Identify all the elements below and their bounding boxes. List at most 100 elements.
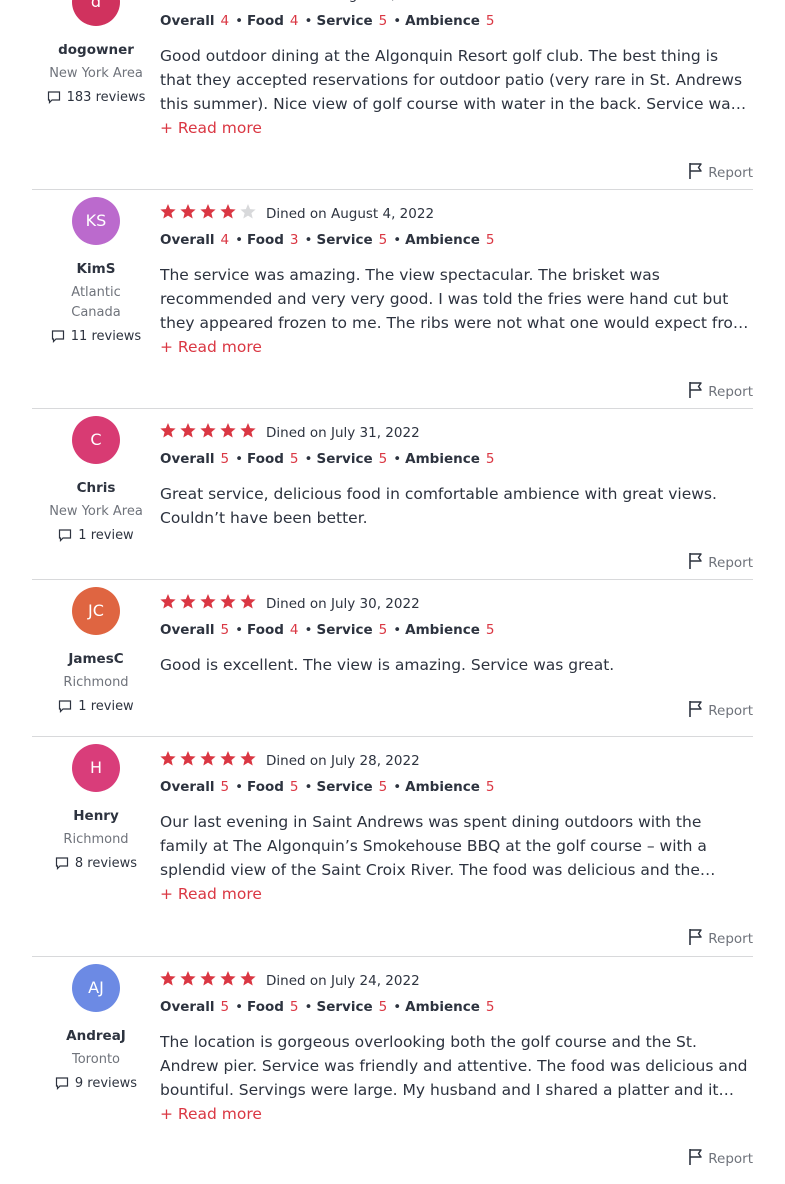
review-text: The service was amazing. The view specta… (160, 266, 748, 332)
rating-value-service: 5 (378, 232, 388, 248)
category-ratings: Overall 5 • Food 4 • Service 5 • Ambience 5 (160, 620, 753, 640)
rating-value-service: 5 (378, 451, 388, 467)
rating-label-ambience: Ambience (405, 779, 480, 795)
reviewer-name: AndreaJ (66, 1028, 126, 1044)
rating-value-service: 5 (378, 779, 388, 795)
star-filled-icon (220, 423, 236, 438)
flag-icon (688, 381, 704, 405)
star-filled-icon (220, 594, 236, 609)
report-button[interactable]: Report (688, 552, 753, 576)
star-filled-icon (240, 423, 256, 438)
star-filled-icon (180, 204, 196, 219)
review-count-text: 1 review (78, 699, 134, 714)
star-filled-icon (200, 971, 216, 986)
comment-icon (47, 90, 61, 111)
separator-dot: • (235, 232, 244, 248)
review-count-text: 11 reviews (70, 329, 142, 344)
read-more-link[interactable]: + Read more (160, 882, 753, 906)
review-count: 183 reviews (32, 88, 160, 111)
reviewer-location: New York Area (49, 66, 143, 81)
separator-dot: • (235, 451, 244, 467)
star-rating (160, 0, 260, 8)
separator-dot: • (393, 622, 402, 638)
star-rating (160, 593, 260, 617)
star-filled-icon (240, 594, 256, 609)
rating-label-service: Service (316, 451, 373, 467)
rating-label-food: Food (247, 779, 284, 795)
read-more-link[interactable]: + Read more (160, 1102, 753, 1126)
review-count-text: 183 reviews (66, 90, 146, 105)
review-count: 8 reviews (32, 854, 160, 877)
star-filled-icon (200, 594, 216, 609)
separator-dot: • (235, 999, 244, 1015)
rating-value-ambience: 5 (485, 451, 495, 467)
flag-icon (688, 552, 704, 576)
rating-row: Dined on July 24, 2022 (160, 970, 753, 990)
category-ratings: Overall 5 • Food 5 • Service 5 • Ambience 5 (160, 997, 753, 1017)
review-content: Dined on July 30, 2022 Overall 5 • Food 4 • Ser… (160, 593, 753, 677)
star-filled-icon (160, 971, 176, 986)
rating-value-ambience: 5 (485, 999, 495, 1015)
avatar: AJ (72, 964, 120, 1012)
rating-row: Dined on July 28, 2022 (160, 750, 753, 770)
rating-label-ambience: Ambience (405, 13, 480, 29)
rating-value-food: 4 (289, 13, 299, 29)
rating-row: Dined on July 30, 2022 (160, 593, 753, 613)
review-count: 1 review (32, 697, 160, 720)
star-filled-icon (180, 594, 196, 609)
star-rating (160, 422, 260, 446)
report-button[interactable]: Report (688, 162, 753, 186)
category-ratings: Overall 5 • Food 5 • Service 5 • Ambience 5 (160, 449, 753, 469)
rating-row: Dined on July 31, 2022 (160, 422, 753, 442)
dined-date: Dined on July 24, 2022 (266, 973, 420, 989)
rating-label-food: Food (247, 999, 284, 1015)
rating-value-overall: 4 (220, 13, 230, 29)
read-more-link[interactable]: + Read more (160, 116, 753, 140)
report-label: Report (708, 931, 753, 947)
reviewer-name: JamesC (68, 651, 124, 667)
rating-value-overall: 5 (220, 451, 230, 467)
separator-dot: • (235, 779, 244, 795)
rating-label-service: Service (316, 999, 373, 1015)
read-more-link[interactable]: + Read more (160, 335, 753, 359)
report-button[interactable]: Report (688, 928, 753, 952)
category-ratings: Overall 5 • Food 5 • Service 5 • Ambience 5 (160, 777, 753, 797)
report-button[interactable]: Report (688, 700, 753, 724)
star-filled-icon (180, 971, 196, 986)
rating-label-food: Food (247, 622, 284, 638)
report-button[interactable]: Report (688, 381, 753, 405)
flag-icon (688, 1148, 704, 1172)
rating-label-ambience: Ambience (405, 622, 480, 638)
category-ratings: Overall 4 • Food 3 • Service 5 • Ambience 5 (160, 230, 753, 250)
rating-row: Dined on August 4, 2022 (160, 0, 753, 4)
review-count-text: 8 reviews (74, 856, 138, 871)
rating-label-overall: Overall (160, 451, 215, 467)
star-filled-icon (240, 751, 256, 766)
reviewer-location: Atlantic Canada (71, 285, 121, 320)
reviewer-location: Toronto (72, 1052, 120, 1067)
reviewer-info: JC JamesC Richmond 1 review (32, 587, 160, 720)
reviewer-location: Richmond (63, 675, 129, 690)
star-filled-icon (180, 751, 196, 766)
dined-date: Dined on August 4, 2022 (266, 0, 434, 3)
rating-value-food: 5 (289, 999, 299, 1015)
avatar: KS (72, 197, 120, 245)
rating-label-overall: Overall (160, 622, 215, 638)
star-filled-icon (240, 971, 256, 986)
reviewer-info: d dogowner New York Area 183 reviews (32, 0, 160, 111)
rating-label-food: Food (247, 451, 284, 467)
rating-value-ambience: 5 (485, 779, 495, 795)
reviewer-name: dogowner (58, 42, 134, 58)
report-label: Report (708, 384, 753, 400)
star-filled-icon (180, 423, 196, 438)
report-label: Report (708, 1151, 753, 1167)
rating-value-food: 5 (289, 779, 299, 795)
rating-label-overall: Overall (160, 999, 215, 1015)
rating-label-overall: Overall (160, 13, 215, 29)
report-button[interactable]: Report (688, 1148, 753, 1172)
rating-value-food: 3 (289, 232, 299, 248)
rating-label-ambience: Ambience (405, 451, 480, 467)
reviewer-info: C Chris New York Area 1 review (32, 416, 160, 549)
separator-dot: • (235, 13, 244, 29)
review-content: Dined on July 28, 2022 Overall 5 • Food 5 • Ser… (160, 750, 753, 906)
